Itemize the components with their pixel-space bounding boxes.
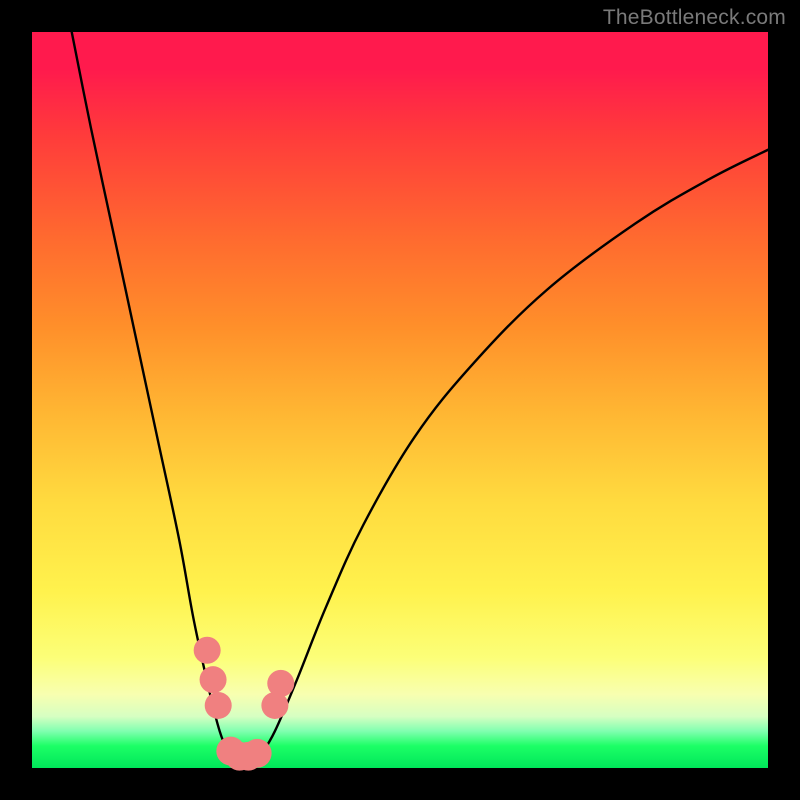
watermark-text: TheBottleneck.com [603,6,786,30]
marker-dot [243,739,272,768]
marker-dot [200,666,227,693]
marker-dot [267,670,294,697]
plot-area [32,32,768,768]
chart-frame: TheBottleneck.com [0,0,800,800]
marker-dot [205,692,232,719]
curve-path [69,17,768,759]
bottleneck-curve [32,32,768,768]
marker-dot [194,637,221,664]
curve-markers [194,637,295,771]
